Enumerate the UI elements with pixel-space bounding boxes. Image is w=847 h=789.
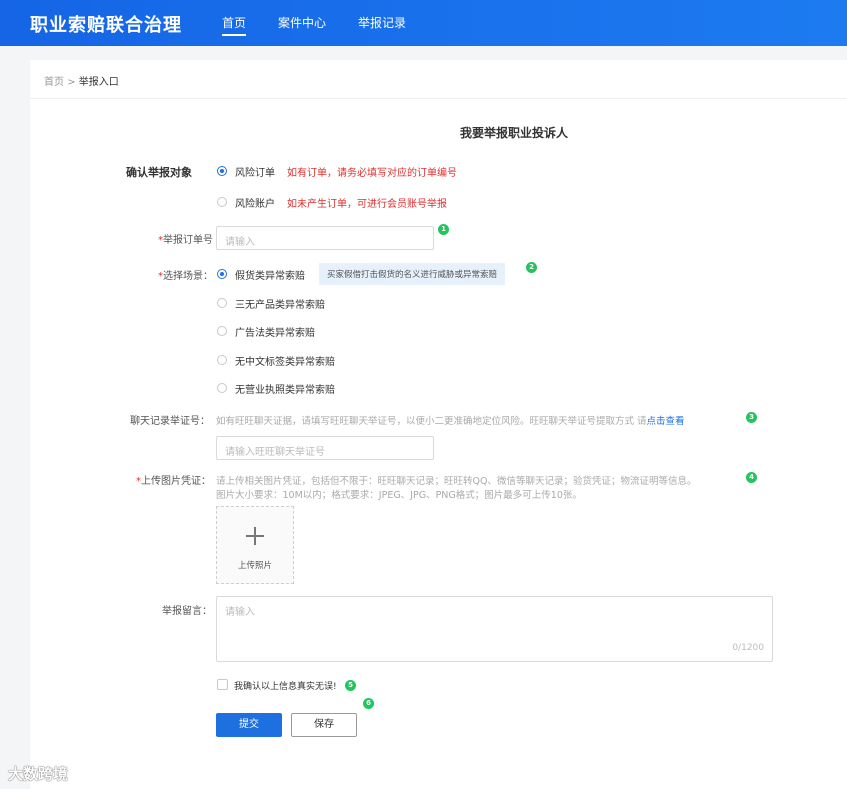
breadcrumb-divider xyxy=(30,98,847,99)
app-brand-title: 职业索赔联合治理 xyxy=(30,15,182,36)
risk-order-label: 风险订单 xyxy=(235,168,275,179)
save-button[interactable]: 保存 xyxy=(291,713,357,737)
report-form-card: 首页 > 举报入口 我要举报职业投诉人 确认举报对象 风险订单 如有订单，请务必… xyxy=(30,60,847,789)
scene-no-chinese-label-label: 无中文标签类异常索赔 xyxy=(235,357,335,368)
image-upload-label: *上传图片凭证： xyxy=(136,476,211,487)
radio-scene-no-business-license[interactable] xyxy=(217,383,227,393)
page-title: 我要举报职业投诉人 xyxy=(459,126,568,140)
radio-scene-advertising-law[interactable] xyxy=(217,326,227,336)
message-textarea[interactable]: 请输入 0/1200 xyxy=(216,596,773,662)
step-badge-1: 1 xyxy=(438,224,449,235)
step-badge-6: 6 xyxy=(363,698,374,709)
message-label: 举报留言： xyxy=(162,606,212,617)
breadcrumb: 首页 > 举报入口 xyxy=(44,73,119,88)
breadcrumb-current: 举报入口 xyxy=(78,77,119,88)
risk-account-label: 风险账户 xyxy=(235,199,275,210)
radio-scene-counterfeit[interactable] xyxy=(217,269,227,279)
radio-risk-order[interactable] xyxy=(217,166,227,176)
step-badge-2: 2 xyxy=(526,262,537,273)
scene-label: *选择场景： xyxy=(158,271,213,282)
message-char-counter: 0/1200 xyxy=(732,643,764,653)
radio-risk-account[interactable] xyxy=(217,197,227,207)
image-upload-text: 上传照片 xyxy=(237,561,272,571)
image-upload-hint-1: 请上传相关图片凭证，包括但不限于：旺旺聊天记录；旺旺转QQ、微信等聊天记录；验货… xyxy=(216,476,697,487)
nav-case-center[interactable]: 案件中心 xyxy=(278,14,326,31)
scene-no-business-license-label: 无营业执照类异常索赔 xyxy=(235,385,335,396)
step-badge-3: 3 xyxy=(746,412,757,423)
scene-unlabeled-product-label: 三无产品类异常索赔 xyxy=(235,300,325,311)
nav-report-records[interactable]: 举报记录 xyxy=(358,14,406,31)
view-method-link[interactable]: 点击查看 xyxy=(647,416,685,427)
chat-record-input[interactable]: 请输入旺旺聊天举证号 xyxy=(216,436,434,460)
radio-scene-unlabeled-product[interactable] xyxy=(217,298,227,308)
chat-record-hint: 如有旺旺聊天证据，请填写旺旺聊天举证号，以便小二更准确地定位风险。旺旺聊天举证号… xyxy=(216,416,685,427)
nav-home[interactable]: 首页 xyxy=(222,14,247,36)
top-navigation-bar: 职业索赔联合治理 首页 案件中心 举报记录 xyxy=(0,0,847,46)
watermark-logo: 大数跨境 xyxy=(8,765,69,783)
scene-tooltip: 买家假借打击假货的名义进行威胁或异常索赔 xyxy=(319,263,506,285)
confirm-checkbox[interactable] xyxy=(217,679,228,690)
message-placeholder: 请输入 xyxy=(225,607,255,618)
target-label: 确认举报对象 xyxy=(126,166,192,179)
image-upload-box[interactable]: 上传照片 xyxy=(216,506,294,584)
submit-button[interactable]: 提交 xyxy=(216,713,282,737)
order-number-label: *举报订单号 xyxy=(158,235,213,246)
breadcrumb-separator: > xyxy=(67,77,76,88)
plus-icon xyxy=(246,527,264,545)
step-badge-5: 5 xyxy=(345,680,356,691)
risk-account-note: 如未产生订单，可进行会员账号举报 xyxy=(287,199,447,210)
scene-counterfeit-label: 假货类异常索赔 xyxy=(235,271,305,282)
image-upload-hint-2: 图片大小要求：10M以内；格式要求：JPEG、JPG、PNG格式；图片最多可上传… xyxy=(216,490,582,501)
chat-record-label: 聊天记录举证号： xyxy=(130,416,210,427)
order-number-input[interactable]: 请输入 xyxy=(216,226,434,250)
scene-advertising-law-label: 广告法类异常索赔 xyxy=(235,328,315,339)
confirm-label: 我确认以上信息真实无误! xyxy=(234,682,337,692)
radio-scene-no-chinese-label[interactable] xyxy=(217,355,227,365)
risk-order-note: 如有订单，请务必填写对应的订单编号 xyxy=(287,168,457,179)
step-badge-4: 4 xyxy=(746,472,757,483)
breadcrumb-home[interactable]: 首页 xyxy=(44,77,64,88)
